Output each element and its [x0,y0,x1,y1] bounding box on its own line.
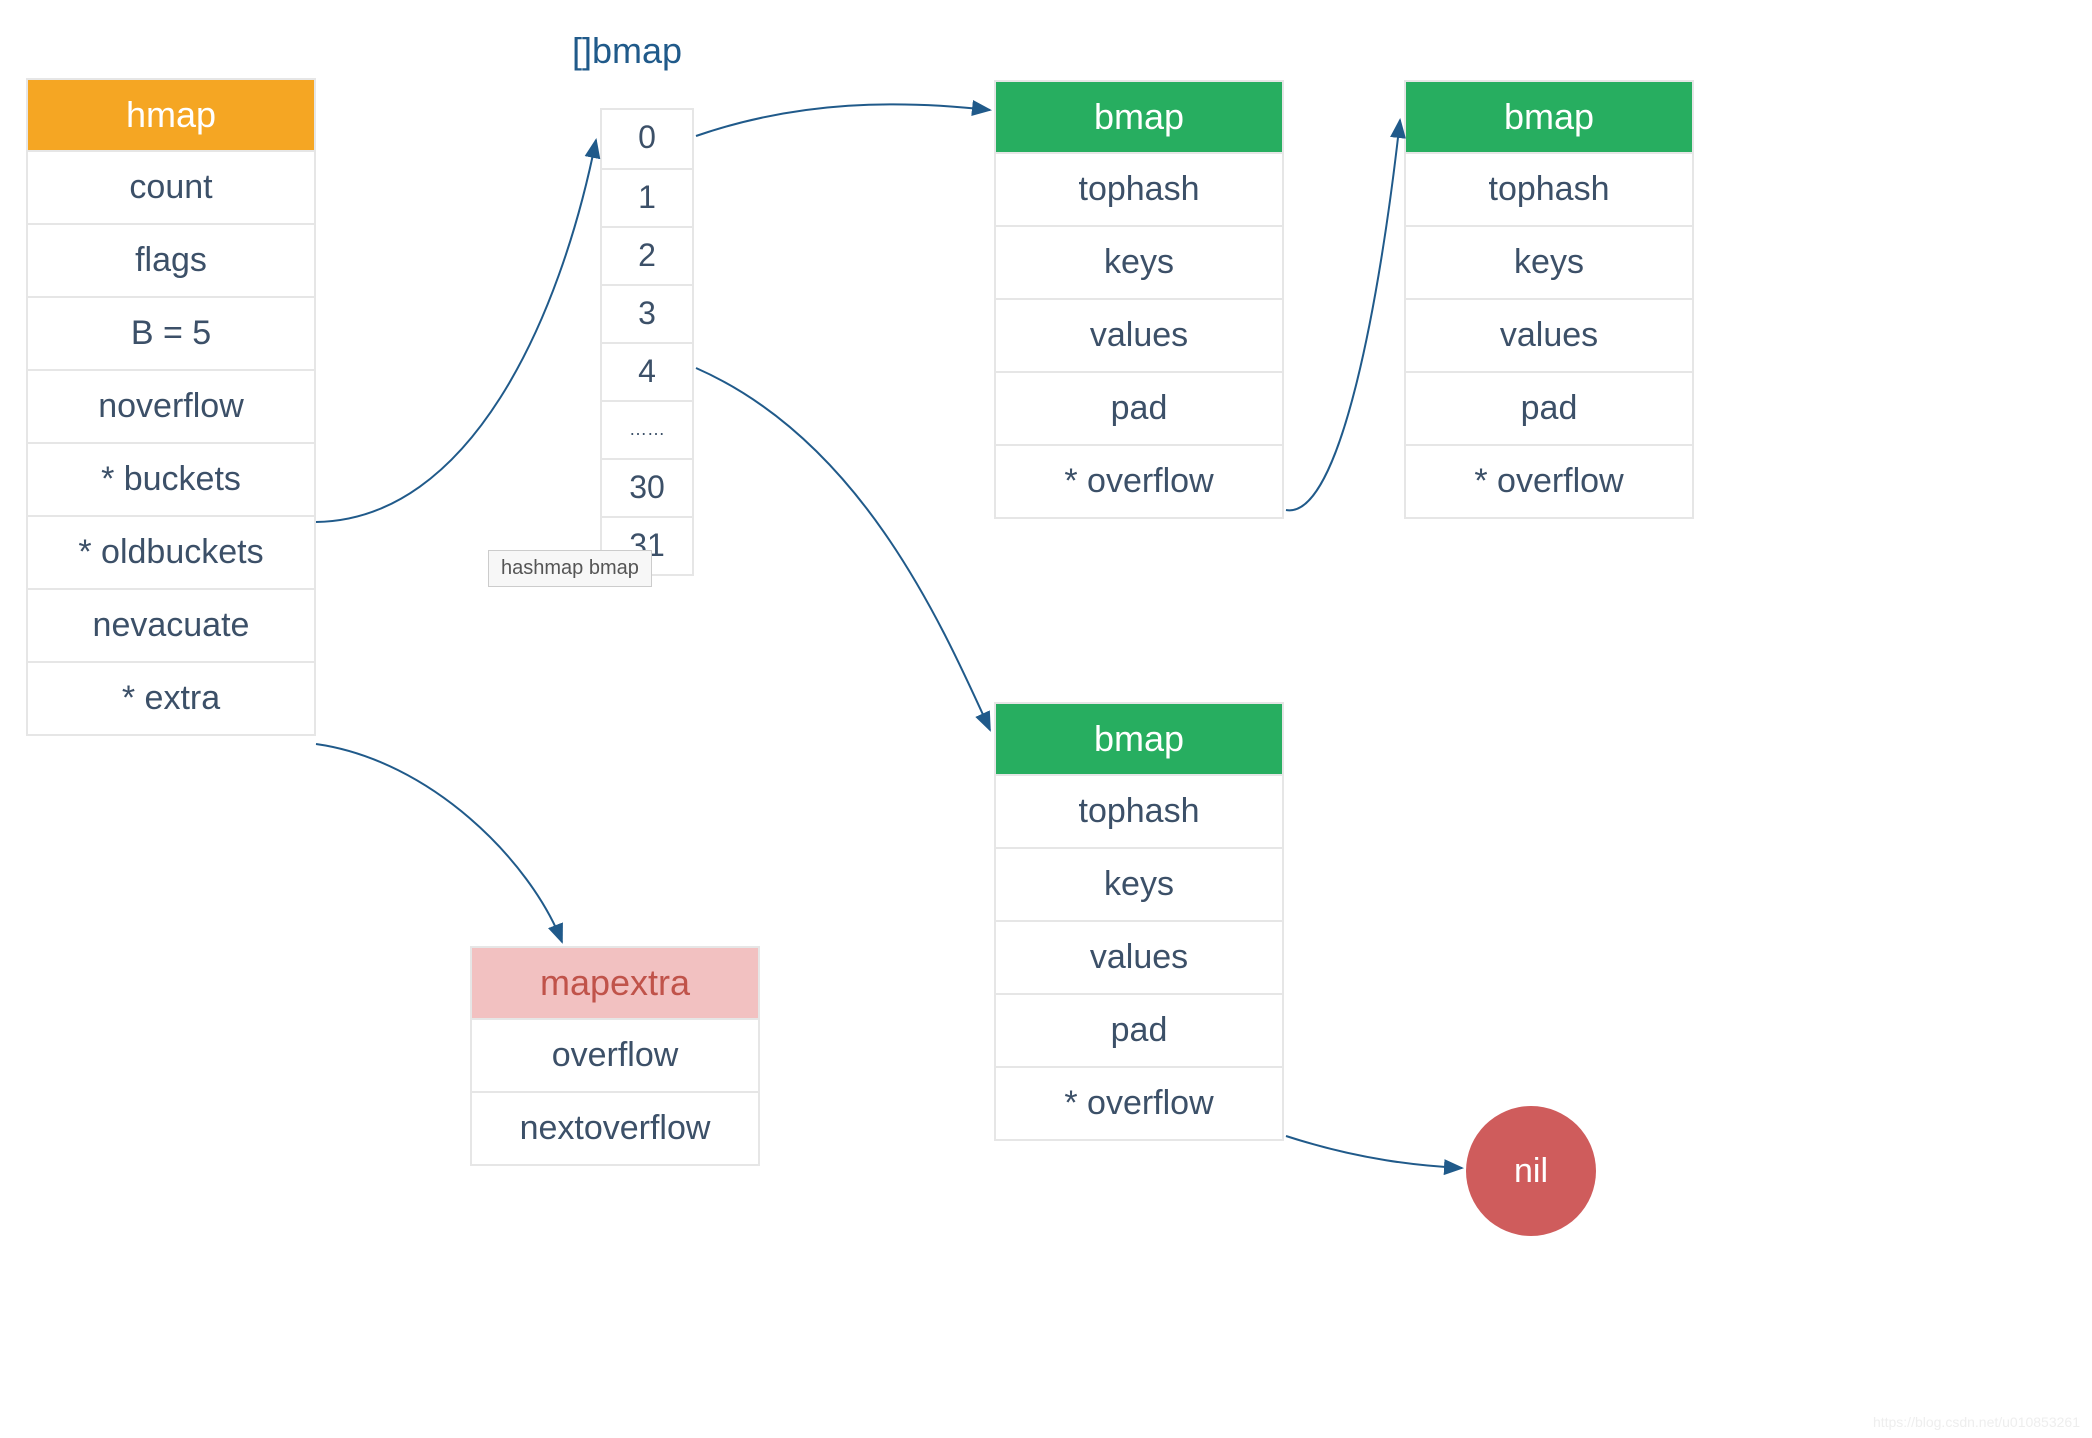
slice-cell: 0 [602,110,692,168]
bmap-header: bmap [1406,82,1692,152]
hmap-field: nevacuate [28,588,314,661]
nil-node: nil [1466,1106,1596,1236]
mapextra-struct: mapextra overflow nextoverflow [470,946,760,1166]
bucket-slice: 0 1 2 3 4 …… 30 31 [600,108,694,576]
mapextra-header: mapextra [472,948,758,1018]
slice-cell: 30 [602,458,692,516]
hmap-field: flags [28,223,314,296]
hmap-field: * oldbuckets [28,515,314,588]
bmap-field: pad [1406,371,1692,444]
bmap-field: pad [996,993,1282,1066]
bmap-field: tophash [996,152,1282,225]
bmap-struct-3: bmap tophash keys values pad * overflow [994,702,1284,1141]
hmap-struct: hmap count flags B = 5 noverflow * bucke… [26,78,316,736]
bmap-field: keys [1406,225,1692,298]
nil-label: nil [1514,1152,1548,1191]
bmap-field: values [996,920,1282,993]
hmap-field: B = 5 [28,296,314,369]
bmap-field-overflow: * overflow [996,1066,1282,1139]
bmap-struct-2: bmap tophash keys values pad * overflow [1404,80,1694,519]
bmap-field-overflow: * overflow [996,444,1282,517]
slice-cell: 1 [602,168,692,226]
bmap-field: pad [996,371,1282,444]
bmap-field: values [996,298,1282,371]
bmap-field-overflow: * overflow [1406,444,1692,517]
bmap-field: tophash [1406,152,1692,225]
hmap-field-extra: * extra [28,661,314,734]
slice-cell-ellipsis: …… [602,400,692,458]
bmap-field: values [1406,298,1692,371]
mapextra-field: overflow [472,1018,758,1091]
tooltip-hashmap-bmap: hashmap bmap [488,550,652,587]
slice-cell: 4 [602,342,692,400]
hmap-field-buckets: * buckets [28,442,314,515]
bmap-field: tophash [996,774,1282,847]
hmap-field: count [28,150,314,223]
bmap-field: keys [996,225,1282,298]
watermark: https://blog.csdn.net/u010853261 [1873,1414,2080,1430]
slice-cell: 3 [602,284,692,342]
bmap-header: bmap [996,82,1282,152]
bmap-struct-1: bmap tophash keys values pad * overflow [994,80,1284,519]
hmap-header: hmap [28,80,314,150]
bmap-field: keys [996,847,1282,920]
slice-type-label: []bmap [572,30,682,72]
slice-cell: 2 [602,226,692,284]
bmap-header: bmap [996,704,1282,774]
mapextra-field: nextoverflow [472,1091,758,1164]
hmap-field: noverflow [28,369,314,442]
